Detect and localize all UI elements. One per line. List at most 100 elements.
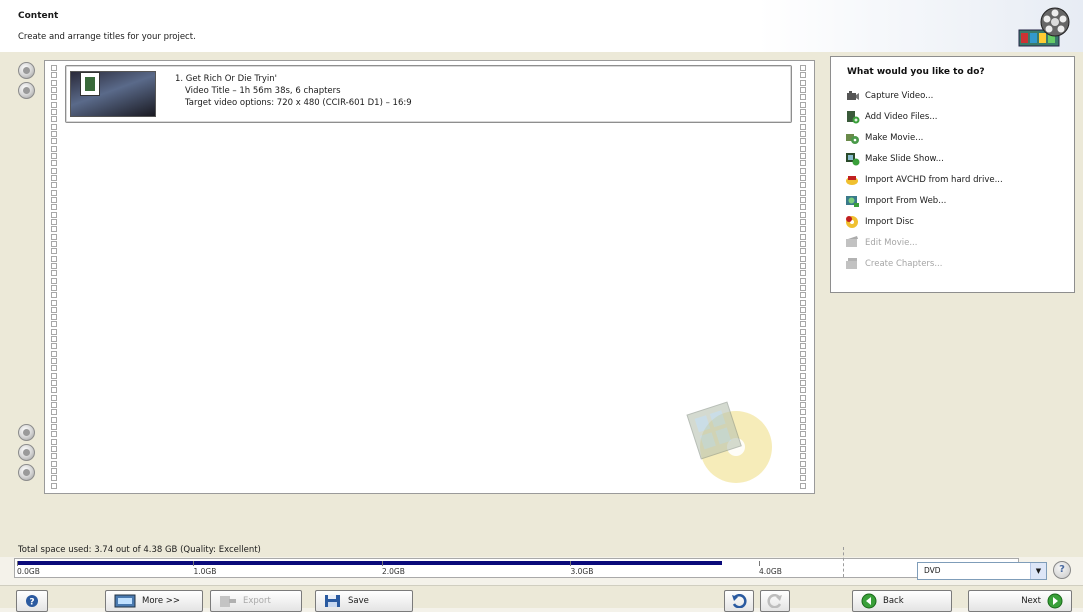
title-info: 1. Get Rich Or Die Tryin' Video Title – … — [175, 73, 412, 109]
export-label: Export — [243, 596, 271, 606]
remove-title-button[interactable] — [18, 444, 35, 461]
title-name: 1. Get Rich Or Die Tryin' — [175, 74, 277, 84]
more-button[interactable]: More >> — [105, 590, 203, 612]
titles-filmstrip[interactable]: 1. Get Rich Or Die Tryin' Video Title – … — [44, 60, 815, 494]
add-title-button[interactable] — [18, 424, 35, 441]
film-hole — [51, 218, 57, 225]
film-hole — [51, 270, 57, 277]
title-nav-top — [18, 62, 40, 102]
undo-button[interactable] — [724, 590, 754, 612]
film-hole — [800, 211, 806, 218]
film-hole — [51, 284, 57, 291]
svg-text:?: ? — [29, 598, 34, 608]
film-hole — [51, 380, 57, 387]
title-duration: Video Title – 1h 56m 38s, 6 chapters — [185, 86, 341, 96]
title-item[interactable]: 1. Get Rich Or Die Tryin' Video Title – … — [65, 65, 792, 123]
import-from-web-label: Import From Web... — [865, 196, 947, 206]
film-hole — [800, 372, 806, 379]
film-hole — [800, 284, 806, 291]
film-hole — [800, 482, 806, 489]
title-properties-button[interactable] — [18, 464, 35, 481]
next-button[interactable]: Next — [968, 590, 1072, 612]
film-hole — [51, 306, 57, 313]
capture-video-label: Capture Video... — [865, 91, 934, 101]
help-icon[interactable]: ? — [1053, 561, 1071, 579]
film-hole — [51, 248, 57, 255]
film-hole — [51, 350, 57, 357]
film-hole — [51, 468, 57, 475]
make-slide-show-action[interactable]: Make Slide Show... — [845, 150, 944, 168]
edit-movie-action[interactable]: Edit Movie... — [845, 234, 917, 252]
film-hole — [51, 372, 57, 379]
film-hole — [800, 358, 806, 365]
film-hole — [51, 394, 57, 401]
film-hole — [800, 306, 806, 313]
move-up-button[interactable] — [18, 62, 35, 79]
film-hole — [800, 94, 806, 101]
header-bar: Content Create and arrange titles for yo… — [0, 0, 1083, 52]
film-hole — [800, 336, 806, 343]
film-hole — [51, 321, 57, 328]
create-chapters-action[interactable]: Create Chapters... — [845, 255, 942, 273]
meter-tick-label: 3.0GB — [570, 561, 593, 576]
film-hole — [800, 380, 806, 387]
film-hole — [800, 350, 806, 357]
film-hole — [51, 79, 57, 86]
import-disc-action[interactable]: Import Disc — [845, 213, 914, 231]
move-down-button[interactable] — [18, 82, 35, 99]
film-hole — [800, 424, 806, 431]
film-hole — [51, 277, 57, 284]
more-options-icon — [114, 594, 136, 608]
film-hole — [800, 314, 806, 321]
help-circle-icon: ? — [26, 595, 38, 608]
save-button[interactable]: Save — [315, 590, 413, 612]
make-movie-icon — [846, 134, 859, 144]
add-video-files-action[interactable]: Add Video Files... — [845, 108, 937, 126]
chevron-down-icon[interactable]: ▼ — [1030, 563, 1046, 579]
meter-tick-mark — [570, 561, 572, 566]
undo-icon — [732, 594, 747, 608]
back-button[interactable]: Back — [852, 590, 952, 612]
meter-tick-mark — [758, 561, 760, 566]
make-movie-action[interactable]: Make Movie... — [845, 129, 923, 147]
film-hole — [51, 226, 57, 233]
edit-movie-label: Edit Movie... — [865, 238, 918, 248]
meter-tick-label: 1.0GB — [193, 561, 216, 576]
film-hole — [800, 101, 806, 108]
actions-heading: What would you like to do? — [847, 67, 985, 77]
film-hole — [51, 475, 57, 482]
capture-video-action[interactable]: Capture Video... — [845, 87, 933, 105]
film-hole — [51, 160, 57, 167]
space-used-fill — [17, 561, 722, 565]
film-hole — [800, 160, 806, 167]
meter-tick-mark — [381, 561, 383, 566]
import-avchd-action[interactable]: Import AVCHD from hard drive... — [845, 171, 1003, 189]
disc-watermark-icon — [686, 401, 772, 483]
camera-icon — [847, 91, 859, 100]
import-from-web-action[interactable]: Import From Web... — [845, 192, 946, 210]
film-hole — [51, 72, 57, 79]
film-hole — [800, 328, 806, 335]
film-hole — [800, 196, 806, 203]
film-hole — [800, 365, 806, 372]
film-hole — [800, 438, 806, 445]
actions-panel: What would you like to do? Capture Video… — [830, 56, 1075, 293]
film-hole — [800, 72, 806, 79]
film-hole — [800, 123, 806, 130]
save-label: Save — [348, 596, 369, 606]
web-import-icon — [846, 196, 859, 207]
film-hole — [51, 416, 57, 423]
film-hole — [51, 130, 57, 137]
disc-type-select[interactable]: DVD ▼ — [917, 562, 1047, 580]
disc-type-value: DVD — [924, 566, 941, 575]
film-hole — [800, 226, 806, 233]
help-button[interactable]: ? — [16, 590, 48, 612]
film-hole — [800, 218, 806, 225]
import-avchd-label: Import AVCHD from hard drive... — [865, 175, 1003, 185]
back-label: Back — [883, 596, 904, 606]
redo-button[interactable] — [760, 590, 790, 612]
film-hole — [51, 182, 57, 189]
film-hole — [51, 299, 57, 306]
film-hole — [51, 204, 57, 211]
export-button[interactable]: Export — [210, 590, 302, 612]
